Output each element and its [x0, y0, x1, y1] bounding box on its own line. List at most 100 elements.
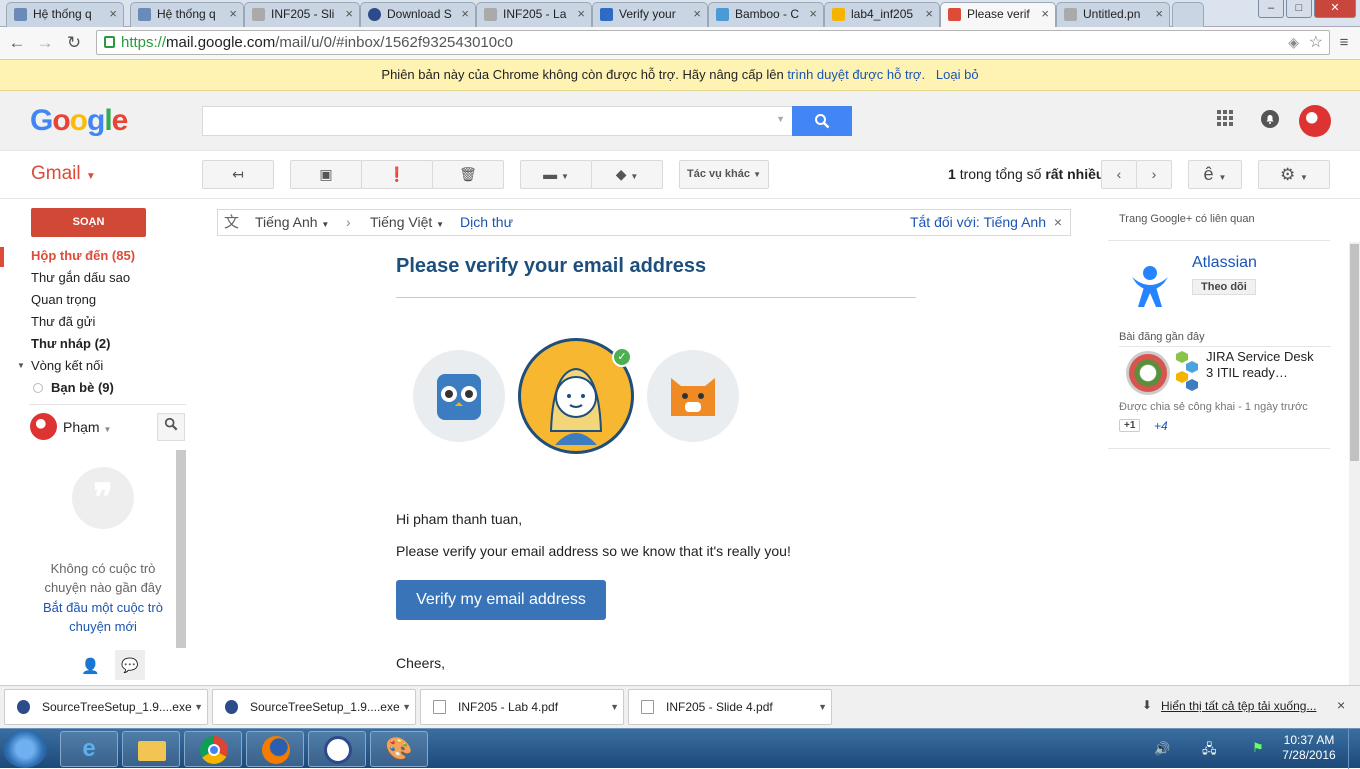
supported-browser-link[interactable]: trình duyệt được hỗ trợ. — [787, 67, 925, 82]
minimize-icon[interactable]: – — [1258, 0, 1284, 18]
close-icon[interactable]: × — [1054, 210, 1062, 235]
start-conversation-link[interactable]: Bắt đầu một cuộc trò chuyện mới — [33, 598, 173, 636]
menu-icon[interactable]: ≡ — [1332, 31, 1356, 55]
gmail-menu[interactable]: Gmail ▼ — [31, 163, 96, 185]
hangouts-avatar[interactable] — [30, 413, 57, 440]
browser-tab[interactable]: Hệ thống q × — [130, 2, 244, 27]
reload-icon[interactable]: ↻ — [62, 31, 86, 55]
compose-button[interactable]: SOẠN — [31, 208, 146, 237]
browser-tab[interactable]: Untitled.pn × — [1056, 2, 1170, 27]
plus-one-button[interactable]: +1 — [1119, 419, 1141, 432]
browser-tab[interactable]: INF205 - La × — [476, 2, 592, 27]
dismiss-link[interactable]: Loại bỏ — [936, 67, 979, 82]
browser-tab[interactable]: lab4_inf205 × — [824, 2, 940, 27]
file-explorer-icon[interactable] — [122, 731, 180, 767]
account-avatar[interactable] — [1299, 105, 1331, 137]
hangouts-search-button[interactable] — [157, 413, 185, 441]
plus-count[interactable]: +4 — [1154, 419, 1168, 433]
chrome-icon[interactable] — [184, 731, 242, 767]
download-item[interactable]: INF205 - Lab 4.pdf ▼ — [420, 689, 624, 725]
archive-button[interactable]: ▣ — [290, 160, 362, 189]
chevron-down-icon[interactable]: ▼ — [402, 690, 411, 724]
browser-tab[interactable]: INF205 - Sli × — [244, 2, 360, 27]
download-item[interactable]: SourceTreeSetup_1.9....exe ▼ — [4, 689, 208, 725]
close-icon[interactable]: × — [925, 3, 933, 25]
chevron-down-icon[interactable]: ▼ — [610, 690, 619, 724]
browser-tab-active[interactable]: Please verif × — [940, 2, 1056, 27]
download-item[interactable]: INF205 - Slide 4.pdf ▼ — [628, 689, 832, 725]
close-icon[interactable]: × — [1337, 697, 1345, 713]
close-icon[interactable]: × — [229, 3, 237, 25]
more-actions-button[interactable]: Tác vụ khác ▼ — [679, 160, 769, 189]
target-language-select[interactable]: Tiếng Việt ▼ — [370, 210, 444, 237]
browser-tab[interactable]: Verify your × — [592, 2, 708, 27]
hangouts-scrollbar[interactable] — [176, 450, 186, 648]
close-icon[interactable]: × — [577, 3, 585, 25]
newer-button[interactable]: ‹ — [1101, 160, 1137, 189]
verify-email-button[interactable]: Verify my email address — [396, 580, 606, 620]
follow-button[interactable]: Theo dõi — [1192, 279, 1256, 295]
close-icon[interactable]: × — [1155, 3, 1163, 25]
internet-explorer-icon[interactable]: e — [60, 731, 118, 767]
nav-friends[interactable]: Bạn bè (9) — [51, 380, 114, 395]
close-icon[interactable]: × — [1041, 3, 1049, 25]
nav-inbox[interactable]: Hộp thư đến (85) — [31, 248, 135, 263]
close-icon[interactable]: × — [809, 3, 817, 25]
contacts-person-icon[interactable]: 👤 — [81, 657, 101, 677]
browser-tab[interactable]: Download S × — [360, 2, 476, 27]
post-title[interactable]: JIRA Service Desk 3 ITIL ready… — [1206, 349, 1324, 381]
close-icon[interactable]: × — [345, 3, 353, 25]
post-thumbnail[interactable] — [1126, 351, 1170, 395]
close-icon[interactable]: × — [109, 3, 117, 25]
atlassian-logo-icon[interactable] — [1124, 259, 1176, 311]
hangouts-tab-icon[interactable]: 💬 — [115, 650, 145, 680]
start-button-icon[interactable] — [3, 730, 47, 768]
forward-arrow-icon[interactable]: → — [33, 31, 57, 55]
nav-starred[interactable]: Thư gắn dấu sao — [31, 270, 130, 285]
page-scrollbar[interactable] — [1349, 242, 1360, 685]
bookmark-star-icon[interactable]: ☆ — [1309, 31, 1323, 54]
chevron-down-icon[interactable]: ▼ — [194, 690, 203, 724]
report-spam-button[interactable]: ❗ — [361, 160, 433, 189]
maximize-icon[interactable]: □ — [1286, 0, 1312, 18]
system-clock[interactable]: 10:37 AM 7/28/2016 — [1276, 733, 1342, 763]
search-button[interactable] — [792, 106, 852, 136]
move-to-button[interactable]: ▬ ▼ — [520, 160, 592, 189]
atlassian-page-link[interactable]: Atlassian — [1192, 254, 1257, 272]
volume-icon[interactable]: 🔊 — [1154, 741, 1170, 757]
delete-button[interactable]: 🗑 — [432, 160, 504, 189]
notifications-bell-icon[interactable] — [1259, 109, 1281, 131]
apps-grid-icon[interactable] — [1214, 109, 1236, 131]
expand-triangle-icon[interactable]: ▼ — [17, 361, 25, 370]
search-options-chevron-icon[interactable]: ▼ — [776, 114, 785, 124]
show-all-downloads-link[interactable]: Hiển thị tất cả tệp tải xuống... — [1161, 699, 1316, 713]
source-language-select[interactable]: Tiếng Anh ▼ — [255, 210, 329, 237]
nav-sent[interactable]: Thư đã gửi — [31, 314, 95, 329]
paint-icon[interactable]: 🎨 — [370, 731, 428, 767]
labels-button[interactable]: ◆ ▼ — [591, 160, 663, 189]
action-center-flag-icon[interactable]: ⚑ — [1252, 740, 1264, 756]
extension-icon[interactable]: ◈ — [1288, 31, 1299, 54]
input-tools-button[interactable]: ê ▼ — [1188, 160, 1242, 189]
firefox-icon[interactable] — [246, 731, 304, 767]
older-button[interactable]: › — [1136, 160, 1172, 189]
scrollbar-thumb[interactable] — [1350, 244, 1359, 461]
close-icon[interactable]: × — [461, 3, 469, 25]
browser-tab[interactable]: Bamboo - C × — [708, 2, 824, 27]
hangouts-user-menu[interactable]: Phạm ▼ — [63, 419, 111, 435]
url-bar[interactable]: https://mail.google.com/mail/u/0/#inbox/… — [96, 30, 1330, 55]
nav-important[interactable]: Quan trọng — [31, 292, 96, 307]
google-logo[interactable]: Google — [30, 104, 128, 138]
new-tab-button[interactable] — [1172, 2, 1204, 27]
back-arrow-icon[interactable]: ← — [5, 31, 29, 55]
sourcetree-icon[interactable] — [308, 731, 366, 767]
settings-button[interactable]: ⚙ ▼ — [1258, 160, 1330, 189]
window-close-icon[interactable]: ✕ — [1314, 0, 1356, 18]
turn-off-translation-link[interactable]: Tắt đối với: Tiếng Anh — [910, 210, 1046, 235]
chevron-down-icon[interactable]: ▼ — [818, 690, 827, 724]
nav-circles[interactable]: Vòng kết nối — [31, 358, 103, 373]
network-icon[interactable]: 🖧 — [1202, 740, 1217, 762]
nav-drafts[interactable]: Thư nháp (2) — [31, 336, 110, 351]
translate-message-link[interactable]: Dịch thư — [460, 210, 513, 235]
search-input[interactable]: ▼ — [202, 106, 794, 136]
